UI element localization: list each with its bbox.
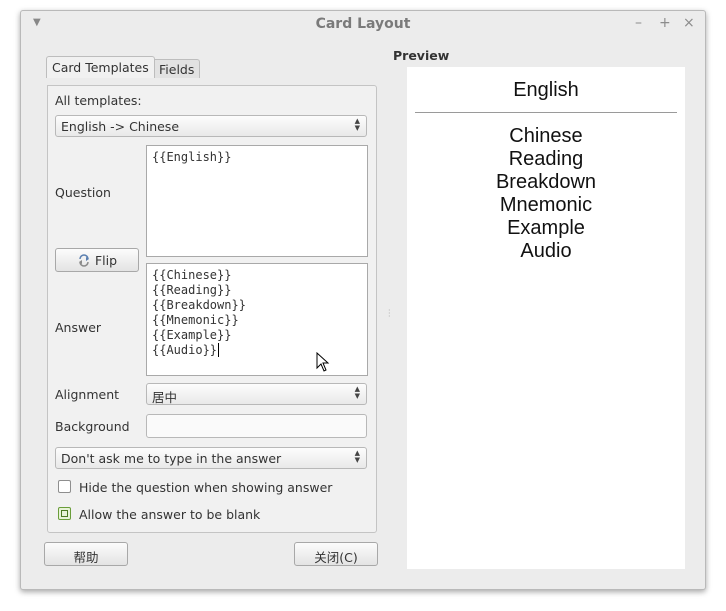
- template-select[interactable]: English -> Chinese ▲ ▼: [55, 115, 367, 137]
- preview-answer-line: Chinese: [509, 125, 583, 147]
- answer-line: {{Breakdown}}: [152, 298, 246, 312]
- minimize-icon[interactable]: –: [635, 15, 642, 31]
- flip-icon: [77, 254, 91, 267]
- updown-arrows-icon: ▲ ▼: [354, 117, 360, 132]
- splitter-handle[interactable]: · · ·: [388, 307, 391, 321]
- preview-answer-line: Reading: [508, 148, 584, 170]
- answer-line: {{Audio}}: [152, 343, 220, 357]
- flip-button[interactable]: Flip: [55, 248, 139, 272]
- background-label: Background: [55, 419, 130, 434]
- updown-arrows-icon: ▲ ▼: [354, 385, 360, 400]
- question-line: {{English}}: [152, 150, 232, 164]
- flip-label: Flip: [94, 253, 118, 268]
- hide-question-checkbox[interactable]: [58, 480, 71, 493]
- title-bar: ▼ Card Layout – + ×: [21, 11, 705, 37]
- tab-label: Card Templates: [52, 60, 149, 75]
- text-cursor: [218, 343, 220, 357]
- preview-answer-line: Mnemonic: [499, 194, 593, 216]
- alignment-select[interactable]: 居中 ▲ ▼: [146, 383, 367, 405]
- answer-line: {{Reading}}: [152, 283, 232, 297]
- preview-divider: [415, 112, 677, 113]
- preview-answer-line: Example: [507, 217, 585, 239]
- card-layout-window: ▼ Card Layout – + × Card Templates Field…: [20, 10, 706, 590]
- preview-answer-line: Audio: [520, 240, 572, 262]
- question-template-editor[interactable]: {{English}}: [146, 145, 368, 257]
- answer-template-editor[interactable]: {{Chinese}} {{Reading}} {{Breakdown}} {{…: [146, 263, 368, 376]
- alignment-select-value: 居中: [152, 390, 178, 405]
- tab-card-templates[interactable]: Card Templates: [46, 56, 155, 78]
- tab-fields[interactable]: Fields: [151, 59, 201, 78]
- allow-blank-checkbox[interactable]: [58, 507, 71, 520]
- help-button[interactable]: 帮助: [44, 542, 128, 566]
- hide-question-label: Hide the question when showing answer: [79, 480, 333, 495]
- close-button-label: 关闭(C): [314, 550, 358, 565]
- background-field[interactable]: [146, 414, 367, 438]
- updown-arrows-icon: ▲ ▼: [354, 449, 360, 464]
- window-title: Card Layout: [315, 16, 411, 32]
- preview-heading: Preview: [393, 48, 450, 63]
- allow-blank-label: Allow the answer to be blank: [79, 507, 261, 522]
- preview-answer-line: Breakdown: [495, 171, 597, 193]
- mouse-pointer-icon: [316, 352, 330, 372]
- type-answer-value: Don't ask me to type in the answer: [61, 451, 282, 466]
- type-answer-select[interactable]: Don't ask me to type in the answer ▲ ▼: [55, 447, 367, 469]
- template-select-value: English -> Chinese: [61, 119, 180, 134]
- answer-line: {{Chinese}}: [152, 268, 232, 282]
- help-button-label: 帮助: [73, 550, 99, 565]
- close-button[interactable]: 关闭(C): [294, 542, 378, 566]
- answer-label: Answer: [55, 320, 102, 335]
- answer-line: {{Example}}: [152, 328, 232, 342]
- tab-label: Fields: [159, 62, 195, 77]
- maximize-icon[interactable]: +: [659, 15, 671, 31]
- close-icon[interactable]: ×: [683, 15, 695, 31]
- all-templates-label: All templates:: [55, 93, 142, 108]
- answer-line: {{Mnemonic}}: [152, 313, 239, 327]
- alignment-label: Alignment: [55, 387, 120, 402]
- preview-pane: English Chinese Reading Breakdown Mnemon…: [407, 67, 685, 569]
- preview-question: English: [513, 79, 579, 101]
- question-label: Question: [55, 185, 111, 200]
